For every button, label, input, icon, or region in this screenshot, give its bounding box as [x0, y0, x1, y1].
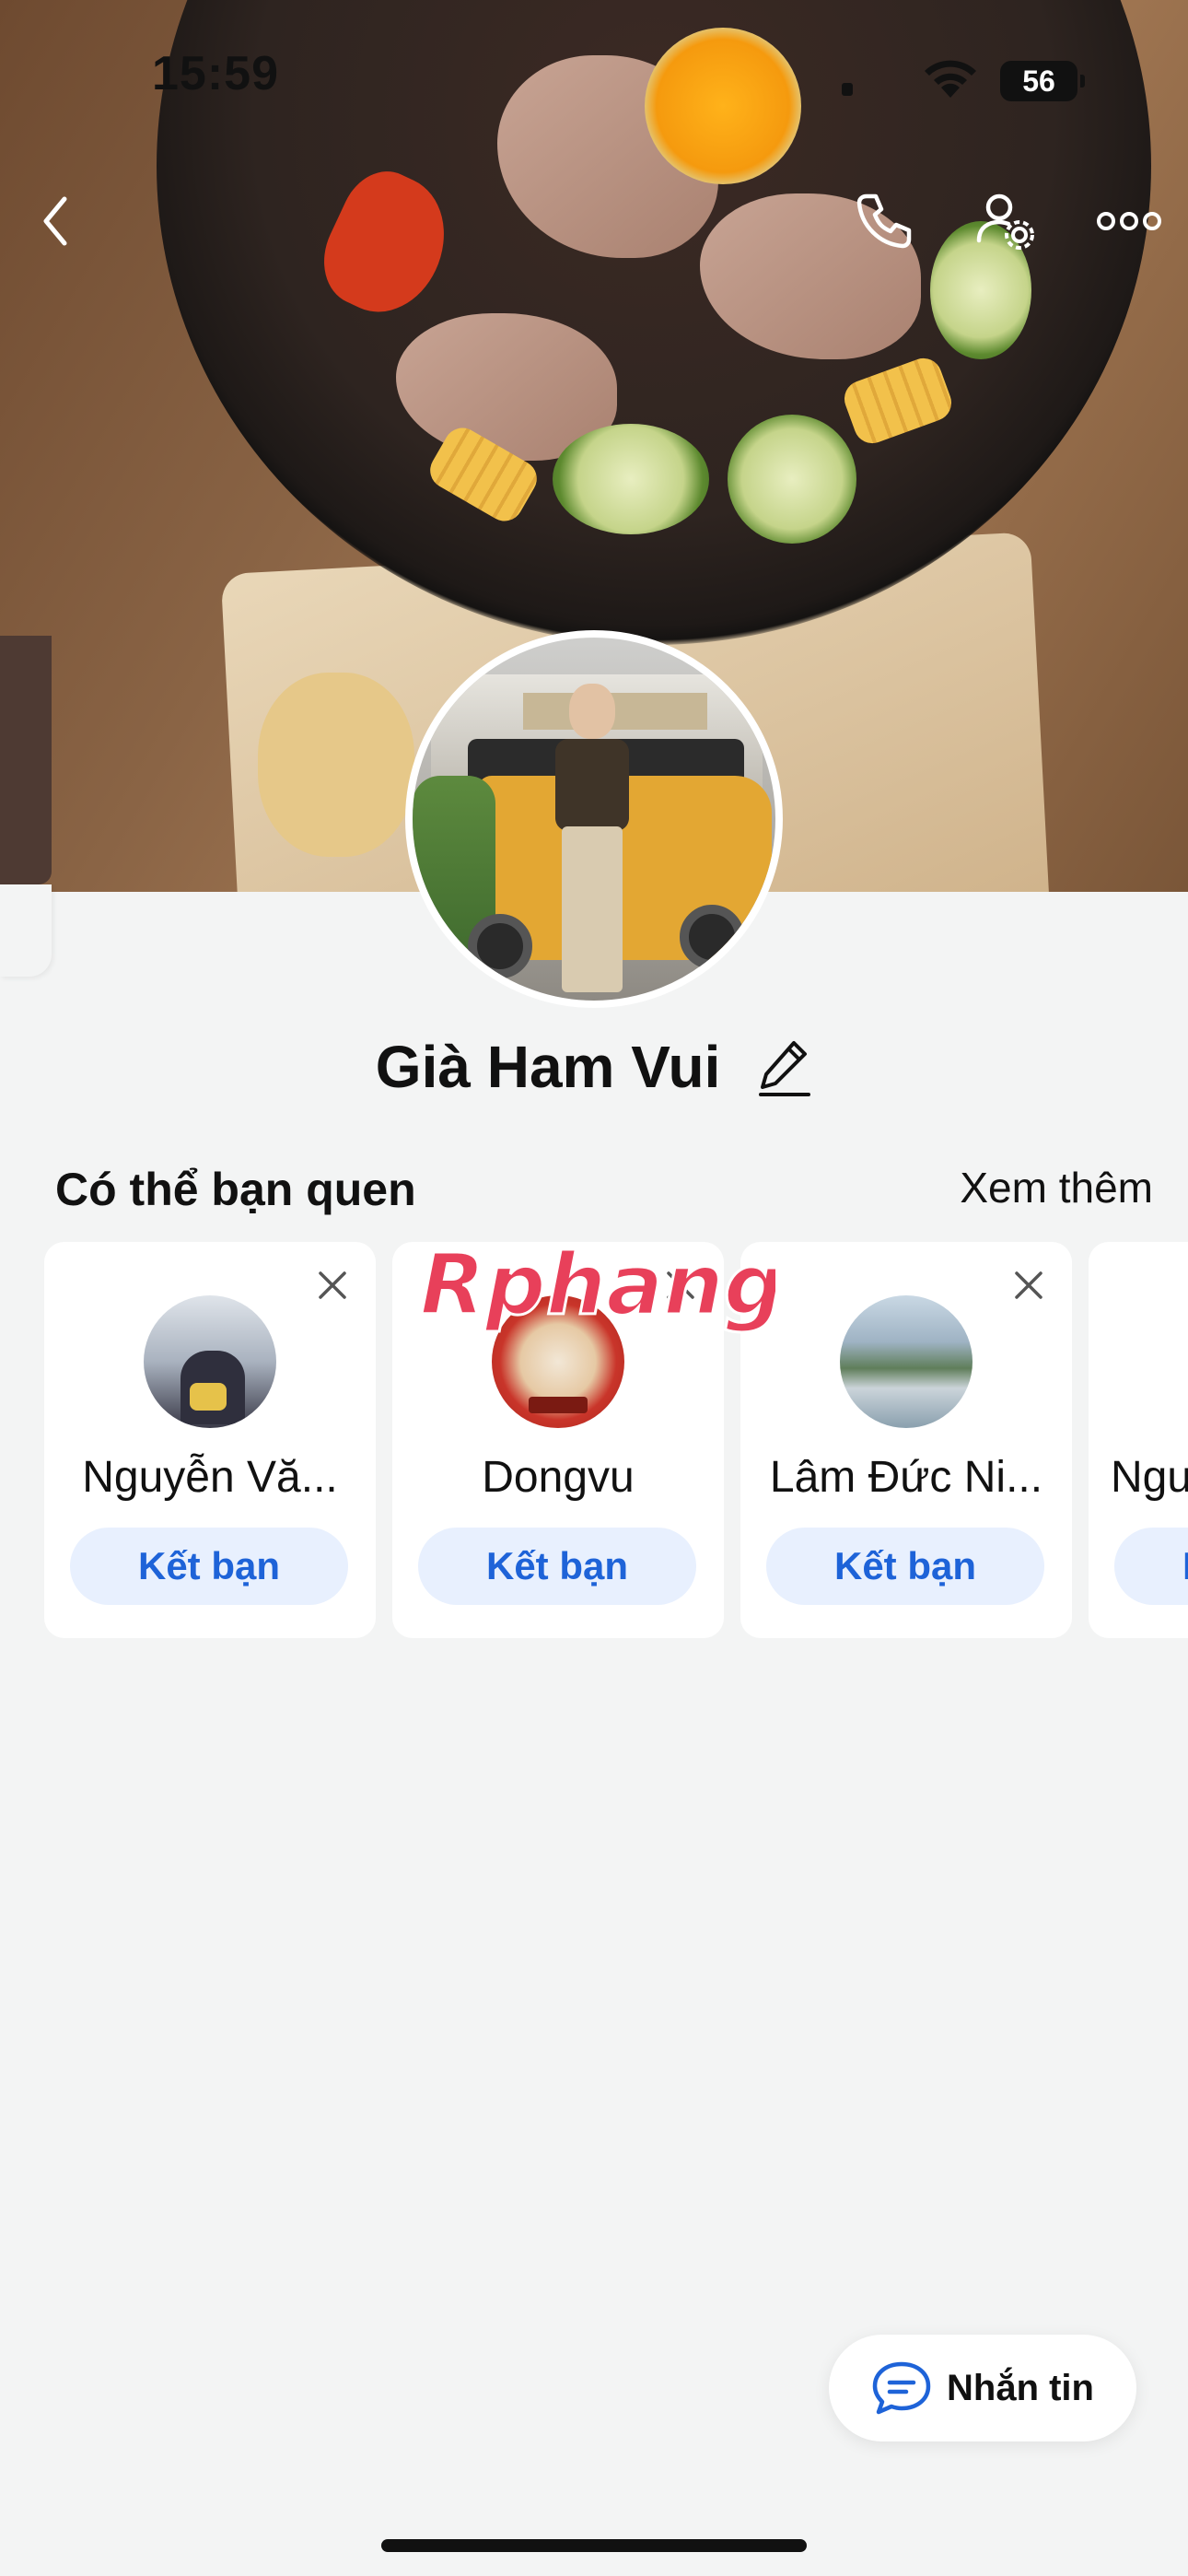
status-dot — [842, 83, 853, 96]
suggestion-card[interactable]: Lâm Đức Ni... Kết bạn — [740, 1242, 1072, 1638]
avatar-wheel — [680, 905, 744, 969]
suggestion-name[interactable]: Dongvu — [392, 1452, 724, 1503]
chat-bubble-icon — [872, 2361, 931, 2415]
back-button[interactable] — [18, 184, 92, 258]
close-icon — [319, 1271, 346, 1299]
call-button[interactable] — [847, 184, 921, 258]
cover-egg — [645, 28, 801, 184]
suggestions-carousel[interactable]: Nguyễn Vă... Kết bạn Dongvu Kết bạn Lâm … — [44, 1242, 1188, 1638]
suggestion-name[interactable]: Ngu — [1089, 1452, 1188, 1503]
message-button[interactable]: Nhắn tin — [829, 2335, 1136, 2441]
add-friend-button[interactable]: Kết bạn — [70, 1528, 348, 1605]
dismiss-button[interactable] — [656, 1260, 705, 1310]
add-friend-button[interactable]: Kết bạn — [1114, 1528, 1188, 1605]
user-settings-icon — [976, 193, 1034, 250]
cover-bread — [258, 673, 414, 857]
add-friend-button[interactable]: Kết bạn — [766, 1528, 1044, 1605]
see-more-link[interactable]: Xem thêm — [960, 1163, 1153, 1212]
phone-icon — [856, 193, 912, 249]
avatar-wheel — [468, 914, 532, 978]
close-icon — [667, 1271, 694, 1299]
profile-avatar[interactable] — [405, 630, 783, 1008]
battery-indicator: 56 — [1000, 61, 1085, 101]
side-panel — [0, 636, 52, 884]
dismiss-button[interactable] — [308, 1260, 357, 1310]
message-button-label: Nhắn tin — [947, 2367, 1094, 2408]
suggestion-avatar[interactable] — [492, 1295, 624, 1428]
user-settings-button[interactable] — [969, 184, 1042, 258]
cover-zucchini — [553, 424, 709, 534]
suggestion-avatar[interactable] — [840, 1295, 973, 1428]
more-button[interactable] — [1092, 184, 1166, 258]
profile-name: Già Ham Vui — [375, 1034, 721, 1101]
dismiss-button[interactable] — [1004, 1260, 1054, 1310]
suggestion-card[interactable]: Dongvu Kết bạn — [392, 1242, 724, 1638]
side-panel-tab[interactable] — [0, 884, 52, 977]
avatar-person-legs — [562, 826, 623, 992]
more-dots-icon — [1097, 212, 1161, 230]
suggestion-card[interactable]: Nguyễn Vă... Kết bạn — [44, 1242, 376, 1638]
suggestion-name[interactable]: Lâm Đức Ni... — [740, 1452, 1072, 1503]
home-indicator[interactable] — [381, 2539, 807, 2552]
cover-zucchini — [728, 415, 856, 544]
pencil-icon[interactable] — [757, 1037, 812, 1097]
suggestions-title: Có thể bạn quen — [55, 1164, 416, 1215]
wifi-icon — [925, 60, 976, 98]
suggestion-avatar[interactable] — [144, 1295, 276, 1428]
status-time: 15:59 — [152, 47, 279, 100]
add-friend-button[interactable]: Kết bạn — [418, 1528, 696, 1605]
close-icon — [1015, 1271, 1042, 1299]
chevron-left-icon — [43, 196, 67, 246]
avatar-shop-sign — [523, 693, 707, 730]
suggestion-card[interactable]: Ngu Kết bạn — [1089, 1242, 1188, 1638]
suggestion-name[interactable]: Nguyễn Vă... — [44, 1452, 376, 1503]
avatar-person-head — [569, 684, 615, 739]
profile-name-row: Già Ham Vui — [0, 1028, 1188, 1101]
avatar-person-body — [555, 739, 629, 831]
